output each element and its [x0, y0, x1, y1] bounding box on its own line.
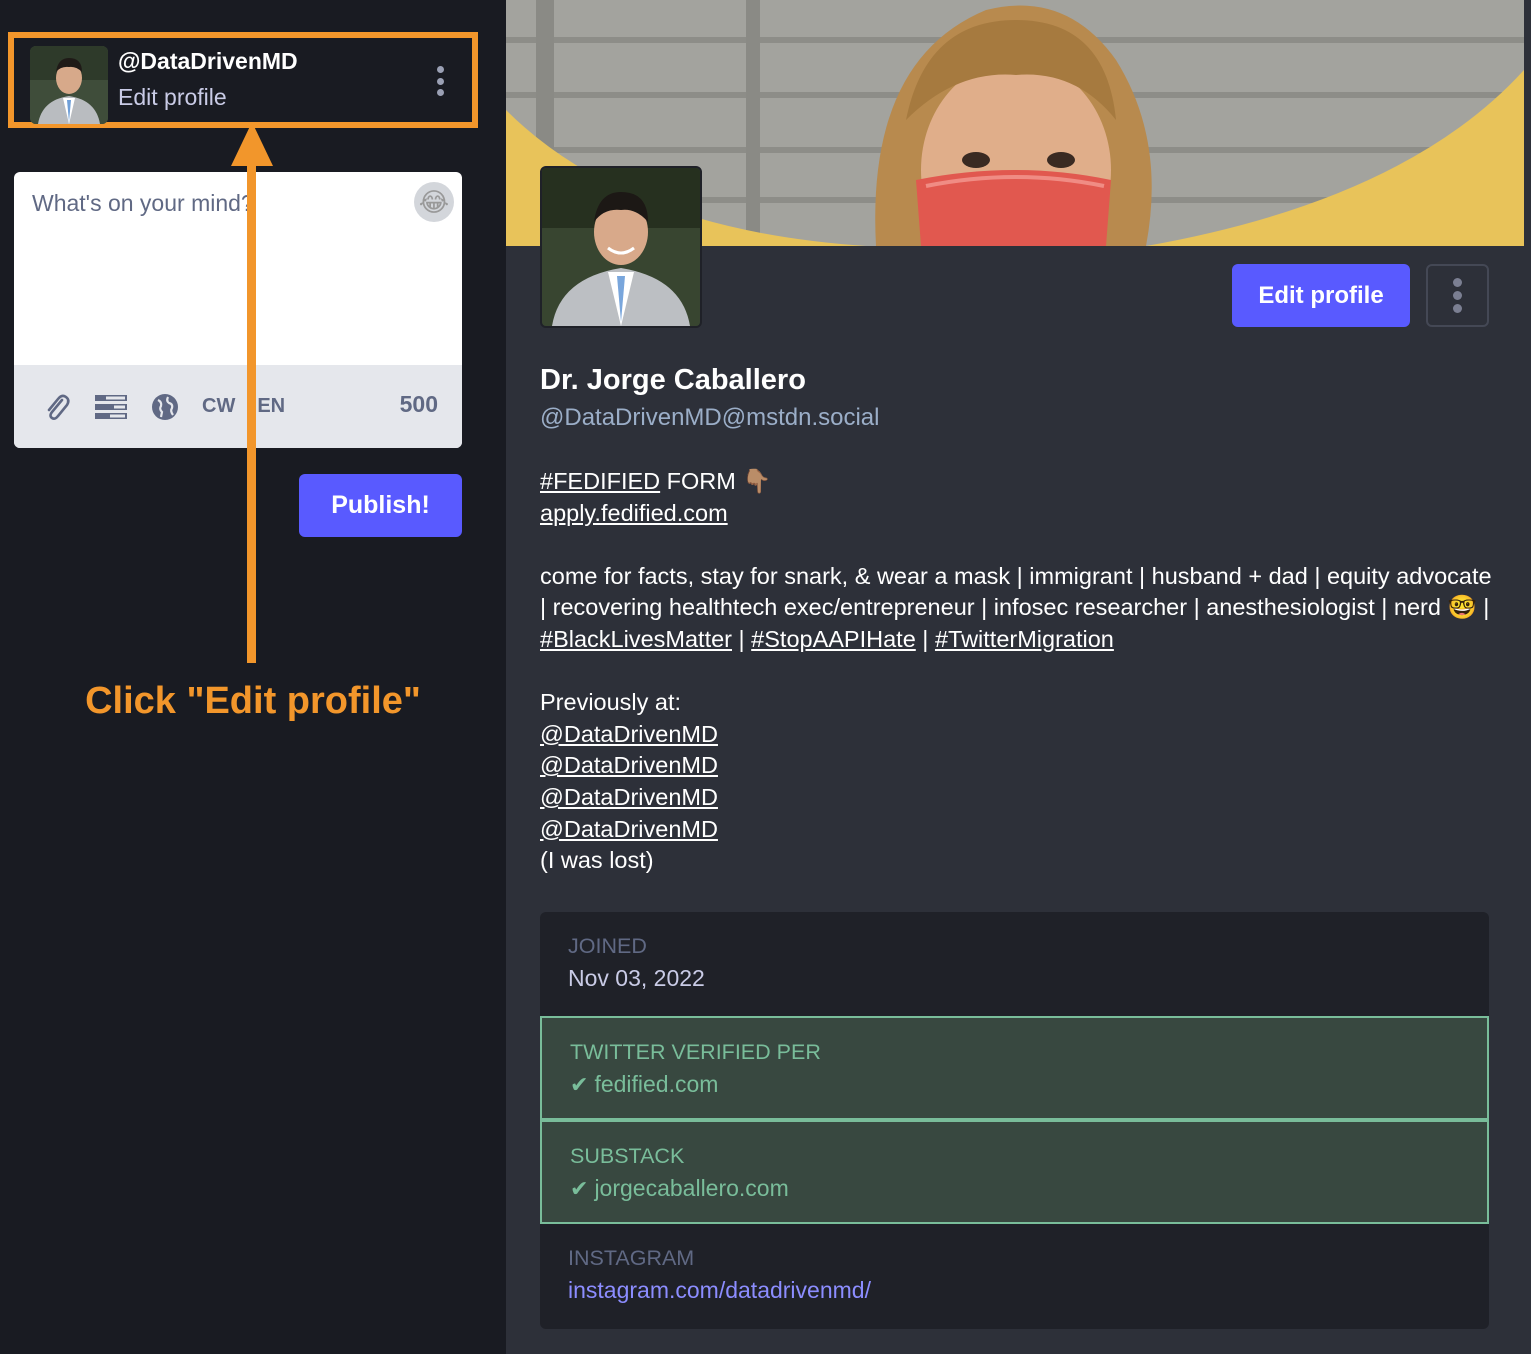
nav-handle[interactable]: @DataDrivenMD [118, 48, 298, 75]
account-handle: @DataDrivenMD@mstdn.social [540, 404, 880, 431]
hashtag-link[interactable]: #BlackLivesMatter [540, 626, 732, 652]
compose-textarea[interactable]: What's on your mind? 😂 [14, 172, 462, 365]
avatar[interactable] [30, 46, 108, 124]
display-name: Dr. Jorge Caballero [540, 364, 806, 396]
verified-link[interactable]: fedified.com [594, 1071, 718, 1097]
poll-icon[interactable] [94, 393, 128, 421]
mention-link[interactable]: @DataDrivenMD [540, 721, 718, 747]
profile-avatar[interactable] [540, 166, 702, 328]
check-icon: ✔ [570, 1176, 589, 1201]
apply-link[interactable]: apply.fedified.com [540, 500, 728, 526]
attachment-icon[interactable] [42, 392, 72, 422]
field-value: ✔ fedified.com [570, 1071, 1459, 1098]
hashtag-link[interactable]: #StopAAPIHate [751, 626, 916, 652]
emoji-picker-icon[interactable]: 😂 [414, 182, 454, 222]
mention-link[interactable]: @DataDrivenMD [540, 784, 718, 810]
character-counter: 500 [399, 391, 438, 417]
compose-form: What's on your mind? 😂 CW EN 500 [14, 172, 462, 448]
field-name: JOINED [568, 934, 647, 958]
bio-text: (I was lost) [540, 847, 654, 874]
bio-text: FORM 👇🏽 [660, 468, 772, 494]
kebab-menu-icon[interactable] [436, 66, 444, 96]
compose-placeholder: What's on your mind? [32, 190, 254, 216]
nav-account-text: @DataDrivenMD Edit profile [118, 48, 298, 111]
hashtag-link[interactable]: #FEDIFIED [540, 468, 660, 494]
field-value: Nov 03, 2022 [568, 965, 705, 991]
separator: | [915, 625, 935, 652]
edit-profile-button[interactable]: Edit profile [1232, 264, 1410, 327]
bio-text: Previously at: [540, 689, 682, 716]
profile-fields: JOINED Nov 03, 2022 TWITTER VERIFIED PER… [540, 912, 1489, 1329]
separator: | [732, 625, 752, 652]
field-instagram: INSTAGRAM instagram.com/datadrivenmd/ [540, 1224, 1489, 1304]
mention-link[interactable]: @DataDrivenMD [540, 752, 718, 778]
verified-link[interactable]: jorgecaballero.com [594, 1175, 788, 1201]
check-icon: ✔ [570, 1072, 589, 1097]
annotation-arrow [247, 160, 256, 663]
publish-button[interactable]: Publish! [299, 474, 462, 537]
field-name: TWITTER VERIFIED PER [570, 1040, 821, 1064]
field-value: ✔ jorgecaballero.com [570, 1175, 1459, 1202]
annotation-highlight-box: @DataDrivenMD Edit profile [8, 32, 478, 128]
field-name: SUBSTACK [570, 1144, 685, 1168]
mention-link[interactable]: @DataDrivenMD [540, 816, 718, 842]
nav-edit-profile-link[interactable]: Edit profile [118, 84, 298, 111]
profile-bio: #FEDIFIED FORM 👇🏽 apply.fedified.com com… [540, 466, 1500, 908]
content-warning-button[interactable]: CW [202, 395, 235, 418]
profile-more-menu-icon[interactable] [1426, 264, 1489, 327]
left-column: @DataDrivenMD Edit profile What's on you… [0, 0, 506, 1354]
annotation-arrowhead [231, 122, 273, 166]
globe-icon[interactable] [150, 392, 180, 422]
instagram-link[interactable]: instagram.com/datadrivenmd/ [568, 1277, 1461, 1304]
field-substack-verified: SUBSTACK ✔ jorgecaballero.com [540, 1120, 1489, 1224]
profile-panel: Edit profile Dr. Jorge Caballero @DataDr… [506, 0, 1531, 1354]
bio-text: come for facts, stay for snark, & wear a… [540, 562, 1492, 621]
field-name: INSTAGRAM [568, 1246, 695, 1270]
language-button[interactable]: EN [257, 395, 285, 418]
field-joined: JOINED Nov 03, 2022 [540, 912, 1489, 1016]
compose-toolbar: CW EN 500 [14, 365, 462, 448]
hashtag-link[interactable]: #TwitterMigration [935, 626, 1114, 652]
field-twitter-verified: TWITTER VERIFIED PER ✔ fedified.com [540, 1016, 1489, 1120]
annotation-callout: Click "Edit profile" [85, 680, 421, 722]
